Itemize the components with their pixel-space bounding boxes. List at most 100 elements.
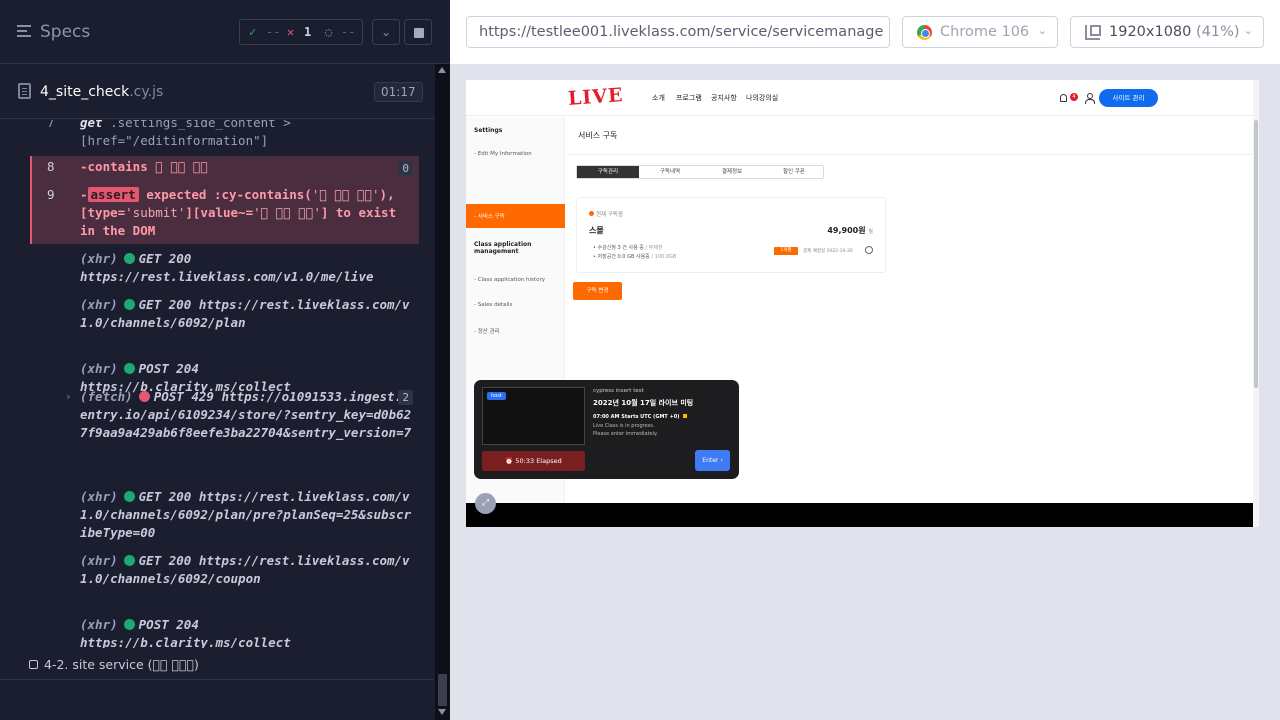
tab-subscription-history[interactable]: 구독내역 — [639, 166, 701, 178]
reporter-scrollbar[interactable] — [435, 64, 450, 720]
status-success-icon — [123, 299, 135, 310]
stats-counter: ✓ -- ✕ 1 ◌ -- — [239, 19, 363, 45]
enter-live-button[interactable]: Enter › — [695, 450, 730, 471]
sidebar-item-edit-info[interactable]: - Edit My Information — [474, 151, 532, 157]
viewport-scale: (41%) — [1196, 24, 1240, 40]
iframe-scrollbar[interactable] — [1253, 80, 1259, 527]
request-kind: (xhr) — [80, 251, 118, 266]
viewport-selector[interactable]: 1920x1080 (41%) ⌄ — [1070, 16, 1264, 48]
request-log-item[interactable]: (xhr) POST 204 https://b.clarity.ms/colle… — [30, 360, 419, 394]
change-subscription-button[interactable]: 구독 변경 — [573, 282, 622, 300]
status-error-icon — [138, 391, 150, 402]
request-count-badge: 2 — [398, 390, 413, 405]
command-contains[interactable]: 8 -contains         0 — [30, 158, 419, 178]
site-logo[interactable]: LIVE — [567, 84, 624, 110]
plan-name: 스몰 — [589, 226, 604, 235]
command-get[interactable]: 7 get .settings_side_content > [href="/e… — [30, 120, 419, 150]
gear-icon[interactable] — [865, 246, 873, 254]
nav-item-my-classroom[interactable]: 나의강의실 — [746, 93, 778, 103]
tab-subscription-manage[interactable]: 구독관리 — [577, 166, 639, 178]
nav-item-program[interactable]: 프로그램 — [676, 93, 702, 103]
nav-item-about[interactable]: 소개 — [652, 93, 665, 103]
request-log-item[interactable]: › (fetch) POST 429 https://o1091533.inges… — [30, 388, 419, 478]
scroll-up-icon[interactable] — [438, 67, 446, 73]
nav-item-notice[interactable]: 공지사항 — [711, 93, 737, 103]
browser-selector[interactable]: Chrome 106 ⌄ — [902, 16, 1058, 48]
request-url: https://b.clarity.ms/collect — [80, 635, 291, 648]
request-status: POST 204 — [138, 617, 199, 632]
assert-string: '       ' — [253, 205, 321, 220]
assert-text: expected — [146, 187, 207, 202]
live-video-thumbnail: host — [482, 387, 585, 445]
request-status: GET 200 — [138, 251, 192, 266]
status-success-icon — [123, 619, 135, 630]
request-status: GET 200 — [138, 489, 192, 504]
expand-collapse-button[interactable]: ⌄ — [372, 19, 400, 45]
aut-header: https://testlee001.liveklass.com/service… — [450, 0, 1280, 64]
request-kind: (xhr) — [80, 553, 118, 568]
sidebar-item-sales-details[interactable]: - Sales details — [474, 302, 512, 308]
tab-discount-coupon[interactable]: 할인 쿠폰 — [763, 166, 825, 178]
assert-text: [type= — [80, 205, 126, 220]
plan-price: 49,900원 월 — [827, 225, 873, 236]
chevron-down-icon: ⌄ — [1243, 24, 1253, 37]
command-method: get — [80, 120, 103, 130]
scroll-down-icon[interactable] — [438, 709, 446, 715]
live-class-time: 07:00 AM Starts UTC (GMT +0) — [593, 414, 687, 420]
suite-title[interactable]: 4-2. site service (      ) — [29, 657, 199, 672]
request-log-item[interactable]: (xhr) GET 200 https://rest.liveklass.com/… — [30, 250, 419, 286]
scroll-thumb[interactable] — [438, 674, 447, 706]
cypress-reporter: Specs ✓ -- ✕ 1 ◌ -- ⌄ 4_site_check.cy.js… — [0, 0, 450, 720]
suite-title-text: 4-2. site service (      ) — [44, 657, 199, 672]
sidebar-heading-settings: Settings — [474, 127, 503, 134]
url-bar[interactable]: https://testlee001.liveklass.com/service… — [466, 16, 890, 48]
assert-text: ][value~= — [185, 205, 254, 220]
subscription-tabs: 구독관리 구독내역 결제정보 할인 쿠폰 — [576, 165, 824, 179]
request-log-item[interactable]: (xhr) GET 200 https://rest.liveklass.com/… — [30, 552, 419, 606]
stop-icon — [414, 28, 424, 38]
reporter-header: Specs ✓ -- ✕ 1 ◌ -- ⌄ — [0, 0, 450, 64]
site-admin-button[interactable]: 사이트 관리 — [1099, 89, 1158, 107]
next-payment-date: 결제 예정일 2022-10-30 — [803, 249, 853, 254]
user-icon[interactable] — [1085, 93, 1095, 104]
subscription-status: 현재 구독중 — [589, 210, 623, 218]
scroll-thumb[interactable] — [1254, 120, 1258, 388]
assert-string: '       ' — [311, 187, 380, 202]
expand-icon[interactable]: ⤢ — [475, 493, 496, 514]
request-log-item[interactable]: (xhr) GET 200 https://rest.liveklass.com/… — [30, 488, 419, 542]
host-badge: host — [487, 392, 506, 400]
spec-filename[interactable]: 4_site_check.cy.js — [40, 84, 163, 100]
sidebar-item-class-app-history[interactable]: - Class application history — [474, 277, 545, 283]
command-assert[interactable]: 9 - assert expected :cy-contains('       … — [30, 186, 419, 242]
stop-button[interactable] — [404, 19, 432, 45]
sidebar-item-settlement[interactable]: - 정산 관리 — [474, 327, 500, 335]
passed-count: -- — [266, 25, 281, 39]
divider — [0, 679, 434, 680]
plan-detail-limit: / 100.0GB — [651, 254, 677, 260]
arrow-right-icon: › — [720, 457, 723, 464]
chevron-right-icon[interactable]: › — [65, 388, 72, 406]
sidebar-item-service-subscription[interactable]: - 서비스 구독 — [466, 204, 565, 228]
bell-icon[interactable] — [1060, 94, 1067, 102]
elapsed-timer-button[interactable]: ⏰ 50:33 Elapsed — [482, 451, 585, 471]
command-log: 7 get .settings_side_content > [href="/e… — [0, 120, 434, 648]
status-success-icon — [123, 363, 135, 374]
suite-square-icon — [29, 660, 38, 669]
page-footer-bar — [466, 503, 1253, 527]
request-log-item[interactable]: (xhr) GET 200 https://rest.liveklass.com/… — [30, 296, 419, 350]
pending-count: -- — [341, 25, 356, 39]
specs-title[interactable]: Specs — [40, 22, 90, 42]
specs-menu-icon[interactable] — [17, 25, 33, 39]
request-status: POST 204 — [138, 361, 199, 376]
failed-x-icon: ✕ — [287, 25, 295, 39]
sidebar-item-label: - 서비스 구독 — [474, 214, 505, 220]
tab-payment-info[interactable]: 결제정보 — [701, 166, 763, 178]
plan-detail-text: 수강신청 3 건 사용 중 — [597, 245, 644, 251]
live-class-message: Please enter immediately. — [593, 431, 658, 437]
enter-label: Enter — [702, 457, 719, 464]
assert-prefix: - — [80, 187, 88, 202]
spec-name-text: 4_site_check — [40, 84, 130, 100]
request-log-item[interactable]: (xhr) POST 204 https://b.clarity.ms/colle… — [30, 616, 419, 648]
command-number: 7 — [47, 120, 55, 130]
plan-detail-storage: • 저장공간 0.0 GB 사용중 / 100.0GB — [593, 254, 677, 260]
